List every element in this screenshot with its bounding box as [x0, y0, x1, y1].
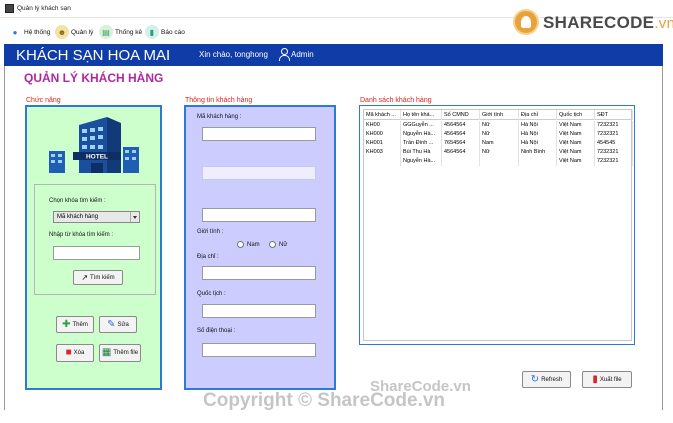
customer-info-title: Thông tin khách hàng	[185, 97, 253, 104]
menu-item-system[interactable]: ● Hệ thống	[8, 23, 51, 41]
gender-male-label: Nam	[247, 242, 260, 248]
hotel-building-icon: HOTEL	[49, 117, 139, 173]
hotel-name: KHÁCH SẠN HOA MAI	[16, 47, 171, 64]
menu-item-manage[interactable]: ☻ Quản lý	[55, 23, 93, 41]
table-row[interactable]: KH003 Bùi Thu Hà 4564564 Nữ Ninh Bình Vi…	[364, 148, 633, 157]
header-bar: KHÁCH SẠN HOA MAI Xin chào, tonghong Adm…	[4, 44, 663, 66]
search-key-select[interactable]: Mã khách hàng	[53, 211, 140, 223]
customer-table[interactable]: Mã khách ... Họ tên khá... Số CMND Giới …	[363, 109, 633, 341]
refresh-button[interactable]: ↻ Refresh	[522, 371, 571, 388]
greeting-text: Xin chào, tonghong	[199, 50, 268, 59]
menu-item-report[interactable]: ▮ Báo cáo	[145, 23, 185, 41]
edit-button[interactable]: ✎ Sửa	[99, 316, 137, 333]
search-group: Chọn khóa tìm kiếm : Mã khách hàng Nhập …	[34, 184, 156, 295]
column-header[interactable]: Giới tính	[480, 110, 519, 120]
search-button[interactable]: ↗ Tìm kiếm	[73, 270, 123, 285]
add-button[interactable]: ✚ Thêm	[56, 316, 94, 333]
column-header[interactable]: SĐT	[595, 110, 633, 120]
window-title: Quản lý khách sạn	[17, 5, 71, 12]
customer-info-panel: Mã khách hàng : Giới tính : Nam Nữ Địa c…	[184, 105, 336, 390]
phone-input[interactable]	[202, 343, 316, 357]
add-button-label: Thêm	[72, 321, 88, 328]
gender-female-radio[interactable]	[269, 241, 276, 248]
functions-panel: HOTEL Chọn khóa tìm kiếm : Mã khách hàng…	[25, 105, 162, 390]
user-icon	[278, 48, 290, 61]
excel-icon: ▦	[101, 347, 112, 358]
users-icon: ●	[12, 27, 18, 37]
gender-female-label: Nữ	[279, 242, 288, 248]
nationality-input[interactable]	[202, 304, 316, 318]
logo-mark-icon	[513, 9, 539, 35]
delete-button-label: Xóa	[73, 350, 85, 356]
user-role: Admin	[291, 50, 314, 59]
watermark-copyright: Copyright © ShareCode.vn	[203, 390, 446, 411]
plus-icon: ✚	[62, 318, 71, 330]
functions-panel-title: Chức năng	[26, 97, 61, 104]
export-file-button[interactable]: ▮ Xuất file	[582, 371, 632, 388]
column-header[interactable]: Số CMND	[442, 110, 480, 120]
trash-icon: ■	[65, 347, 72, 358]
id-card-input[interactable]	[202, 208, 316, 222]
customer-list-panel: Mã khách ... Họ tên khá... Số CMND Giới …	[359, 105, 635, 345]
search-key-value: Mã khách hàng	[57, 214, 99, 220]
search-button-label: Tìm kiếm	[90, 274, 115, 281]
customer-id-label: Mã khách hàng :	[197, 114, 242, 120]
column-header[interactable]: Mã khách ...	[364, 110, 401, 120]
refresh-button-label: Refresh	[541, 376, 563, 383]
app-icon	[5, 4, 14, 13]
manager-icon: ☻	[55, 25, 69, 39]
menu-item-statistics[interactable]: ▤ Thống kê	[99, 23, 142, 41]
gender-label: Giới tính :	[197, 229, 224, 235]
pencil-icon: ✎	[107, 318, 116, 330]
chart-icon: ▤	[99, 25, 113, 39]
export-file-button-label: Xuất file	[599, 376, 622, 383]
search-key-label: Chọn khóa tìm kiếm :	[49, 198, 106, 204]
table-row[interactable]: KH001 Trần Đình ... 7654564 Nam Hà Nội V…	[364, 139, 633, 148]
add-file-button-label: Thêm file	[113, 350, 139, 356]
customer-id-input[interactable]	[202, 127, 316, 141]
customer-name-input[interactable]	[202, 166, 316, 180]
sharecode-logo: SHARECODE.vn	[513, 9, 673, 41]
logo-text: SHARECODE.vn	[543, 13, 673, 32]
menu-item-label: Hệ thống	[24, 28, 51, 36]
nationality-label: Quốc tịch :	[197, 291, 226, 297]
delete-button[interactable]: ■ Xóa	[56, 344, 94, 362]
gender-male-radio[interactable]	[237, 241, 244, 248]
svg-text:HOTEL: HOTEL	[86, 154, 108, 161]
edit-button-label: Sửa	[117, 321, 129, 328]
column-header[interactable]: Địa chỉ	[519, 110, 557, 120]
menu-item-label: Báo cáo	[161, 28, 185, 36]
column-header[interactable]: Quốc tịch	[557, 110, 595, 120]
table-row[interactable]: KH000 Nguyễn Hà... 4564564 Nữ Hà Nội Việ…	[364, 130, 633, 139]
add-file-button[interactable]: ▦ Thêm file	[99, 344, 141, 362]
table-header: Mã khách ... Họ tên khá... Số CMND Giới …	[364, 110, 633, 120]
menu-item-label: Thống kê	[115, 28, 143, 36]
search-input-label: Nhập từ khóa tìm kiếm :	[49, 232, 114, 238]
search-input[interactable]	[53, 246, 140, 260]
cursor-icon: ↗	[81, 272, 89, 282]
refresh-icon: ↻	[530, 373, 540, 385]
pdf-icon: ▮	[592, 373, 598, 385]
report-icon: ▮	[145, 25, 159, 39]
page-title: QUẢN LÝ KHÁCH HÀNG	[24, 71, 164, 85]
table-row[interactable]: Nguyễn Hà... Việt Nam 7232321	[364, 157, 633, 166]
phone-label: Số điện thoại :	[197, 328, 236, 334]
chevron-down-icon	[130, 212, 139, 222]
address-label: Địa chỉ :	[197, 254, 219, 260]
customer-list-title: Danh sách khách hàng	[360, 97, 432, 104]
column-header[interactable]: Họ tên khá...	[401, 110, 442, 120]
address-input[interactable]	[202, 266, 316, 280]
table-row[interactable]: KH00 GGGuyễn ... 4564564 Nữ Hà Nội Việt …	[364, 121, 633, 130]
menu-item-label: Quản lý	[71, 28, 94, 36]
